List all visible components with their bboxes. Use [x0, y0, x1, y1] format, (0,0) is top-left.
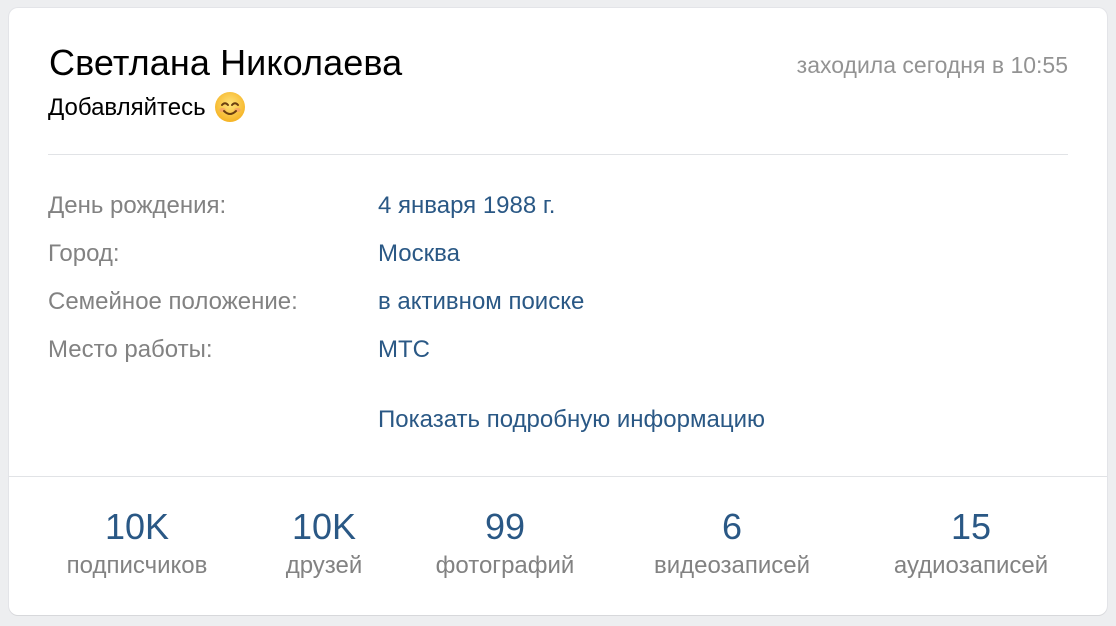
status-text: Добавляйтесь — [48, 94, 206, 121]
profile-card: Светлана Николаева заходила сегодня в 10… — [9, 8, 1107, 615]
counter-label: аудиозаписей — [893, 552, 1049, 579]
counter-label: друзей — [285, 552, 363, 579]
smiling-face-icon — [214, 91, 246, 123]
counter-videos[interactable]: 6 видеозаписей — [654, 506, 810, 582]
counter-label: подписчиков — [66, 552, 208, 579]
counters-divider — [9, 476, 1107, 477]
info-label: День рождения: — [48, 192, 227, 219]
counter-label: фотографий — [435, 552, 575, 579]
counter-followers[interactable]: 10K подписчиков — [67, 506, 208, 582]
counter-value: 10K — [104, 506, 170, 547]
show-more-info-link[interactable]: Показать подробную информацию — [378, 406, 765, 434]
info-label: Место работы: — [48, 336, 213, 363]
counter-audios[interactable]: 15 аудиозаписей — [894, 506, 1048, 582]
profile-status: Добавляйтесь — [48, 92, 246, 124]
work-link[interactable]: МТС — [378, 336, 430, 364]
last-seen-status: заходила сегодня в 10:55 — [796, 52, 1068, 78]
birthday-link[interactable]: 4 января 1988 г. — [378, 192, 555, 220]
city-link[interactable]: Москва — [378, 240, 460, 268]
counter-value: 15 — [950, 506, 992, 547]
counter-value: 99 — [484, 506, 526, 547]
relationship-link[interactable]: в активном поиске — [378, 288, 584, 316]
info-label: Семейное положение: — [48, 288, 298, 315]
counter-value: 10K — [291, 506, 357, 547]
counter-photos[interactable]: 99 фотографий — [436, 506, 575, 582]
counter-label: видеозаписей — [653, 552, 811, 579]
counter-friends[interactable]: 10K друзей — [286, 506, 363, 582]
header-divider — [48, 154, 1068, 155]
info-label: Город: — [48, 240, 120, 267]
counter-value: 6 — [721, 506, 743, 547]
profile-name: Светлана Николаева — [49, 42, 403, 83]
